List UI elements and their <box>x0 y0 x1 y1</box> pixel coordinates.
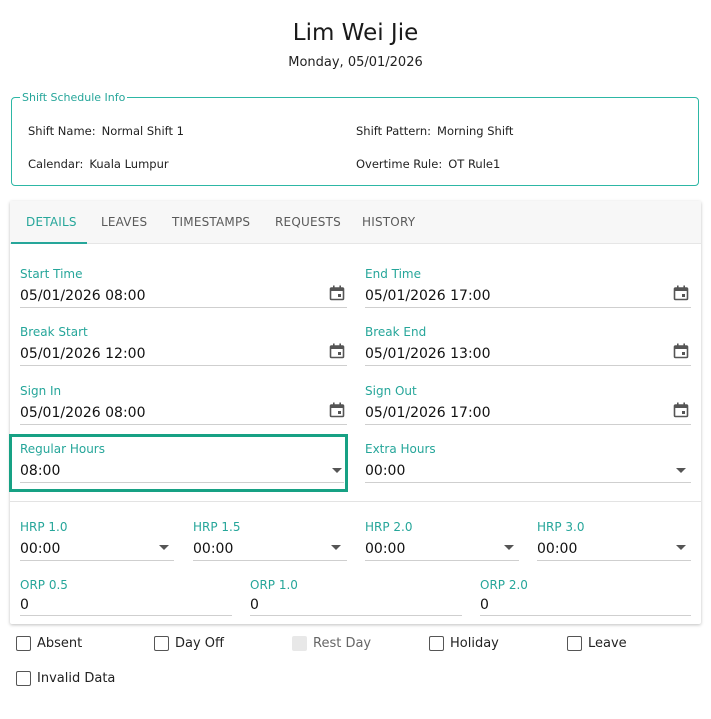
sign-out-label: Sign Out <box>365 384 417 398</box>
hrp-1-0-select[interactable]: 00:00 <box>20 541 60 557</box>
day-off-label: Day Off <box>175 636 224 651</box>
hrp-1-0-label: HRP 1.0 <box>20 520 68 534</box>
invalid-data-checkbox[interactable] <box>16 671 31 686</box>
sign-in-field[interactable]: 05/01/2026 08:00 <box>20 405 146 421</box>
calendar-icon[interactable] <box>329 285 345 301</box>
hrp-1-5-underline <box>193 560 347 561</box>
shift-pattern-row: Shift Pattern: Morning Shift <box>356 124 513 138</box>
start-time-field[interactable]: 05/01/2026 08:00 <box>20 288 146 304</box>
sign-in-label: Sign In <box>20 384 62 398</box>
calendar-icon[interactable] <box>329 343 345 359</box>
calendar-label: Calendar: <box>28 157 84 171</box>
tab-history[interactable]: HISTORY <box>362 215 415 229</box>
hrp-1-5-select[interactable]: 00:00 <box>193 541 233 557</box>
break-end-label: Break End <box>365 325 427 339</box>
day-off-checkbox[interactable] <box>154 636 169 651</box>
hrp-3-0-label: HRP 3.0 <box>537 520 585 534</box>
break-start-field[interactable]: 05/01/2026 12:00 <box>20 346 146 362</box>
end-time-label: End Time <box>365 267 421 281</box>
regular-hours-select[interactable]: 08:00 <box>20 463 60 479</box>
shift-schedule-info-box <box>11 97 699 186</box>
calendar-icon[interactable] <box>329 402 345 418</box>
tab-details[interactable]: DETAILS <box>26 215 77 229</box>
orp-1-0-label: ORP 1.0 <box>250 578 298 592</box>
orp-0-5-field[interactable]: 0 <box>20 597 29 613</box>
invalid-data-label: Invalid Data <box>37 671 116 686</box>
hrp-2-0-label: HRP 2.0 <box>365 520 413 534</box>
calendar-value: Kuala Lumpur <box>89 157 169 171</box>
hrp-2-0-select[interactable]: 00:00 <box>365 541 405 557</box>
hrp-1-5-label: HRP 1.5 <box>193 520 241 534</box>
sign-in-underline <box>20 424 347 425</box>
holiday-checkbox[interactable] <box>429 636 444 651</box>
active-tab-indicator <box>11 242 87 244</box>
break-start-underline <box>20 365 347 366</box>
regular-hours-label: Regular Hours <box>20 442 105 456</box>
extra-hours-select[interactable]: 00:00 <box>365 463 405 479</box>
tab-timestamps[interactable]: TIMESTAMPS <box>172 215 250 229</box>
holiday-label: Holiday <box>450 636 499 651</box>
caret-down-icon[interactable] <box>676 545 686 550</box>
sign-out-field[interactable]: 05/01/2026 17:00 <box>365 405 491 421</box>
absent-checkbox[interactable] <box>16 636 31 651</box>
hrp-2-0-underline <box>365 560 519 561</box>
orp-1-0-field[interactable]: 0 <box>250 597 259 613</box>
section-divider <box>10 501 701 502</box>
end-time-field[interactable]: 05/01/2026 17:00 <box>365 288 491 304</box>
leave-label: Leave <box>588 636 627 651</box>
schedule-date: Monday, 05/01/2026 <box>288 55 423 70</box>
caret-down-icon[interactable] <box>159 545 169 550</box>
break-start-label: Break Start <box>20 325 88 339</box>
break-end-underline <box>365 365 691 366</box>
sign-out-underline <box>365 424 691 425</box>
hrp-3-0-select[interactable]: 00:00 <box>537 541 577 557</box>
calendar-icon[interactable] <box>673 343 689 359</box>
overtime-rule-label: Overtime Rule: <box>356 157 443 171</box>
absent-label: Absent <box>37 636 83 651</box>
calendar-row: Calendar: Kuala Lumpur <box>28 157 169 171</box>
hrp-3-0-underline <box>537 560 691 561</box>
overtime-rule-row: Overtime Rule: OT Rule1 <box>356 157 500 171</box>
calendar-icon[interactable] <box>673 285 689 301</box>
shift-name-label: Shift Name: <box>28 124 96 138</box>
extra-hours-underline <box>365 482 691 483</box>
rest-day-checkbox[interactable] <box>292 636 307 651</box>
caret-down-icon[interactable] <box>332 468 342 473</box>
start-time-underline <box>20 307 347 308</box>
tab-leaves[interactable]: LEAVES <box>101 215 147 229</box>
end-time-underline <box>365 307 691 308</box>
caret-down-icon[interactable] <box>504 545 514 550</box>
caret-down-icon[interactable] <box>676 468 686 473</box>
orp-1-0-underline <box>250 615 462 616</box>
extra-hours-label: Extra Hours <box>365 442 436 456</box>
rest-day-label: Rest Day <box>313 636 372 651</box>
shift-pattern-label: Shift Pattern: <box>356 124 432 138</box>
orp-0-5-label: ORP 0.5 <box>20 578 68 592</box>
leave-checkbox[interactable] <box>567 636 582 651</box>
shift-schedule-info-legend: Shift Schedule Info <box>20 91 128 104</box>
overtime-rule-value: OT Rule1 <box>448 157 501 171</box>
orp-2-0-underline <box>480 615 691 616</box>
shift-name-value: Normal Shift 1 <box>101 124 184 138</box>
shift-name-row: Shift Name: Normal Shift 1 <box>28 124 184 138</box>
employee-name: Lim Wei Jie <box>292 20 419 46</box>
orp-0-5-underline <box>20 615 232 616</box>
caret-down-icon[interactable] <box>331 545 341 550</box>
break-end-field[interactable]: 05/01/2026 13:00 <box>365 346 491 362</box>
shift-pattern-value: Morning Shift <box>437 124 514 138</box>
start-time-label: Start Time <box>20 267 83 281</box>
hrp-1-0-underline <box>20 560 174 561</box>
calendar-icon[interactable] <box>673 402 689 418</box>
regular-hours-underline <box>20 482 344 483</box>
orp-2-0-field[interactable]: 0 <box>480 597 489 613</box>
orp-2-0-label: ORP 2.0 <box>480 578 528 592</box>
tab-requests[interactable]: REQUESTS <box>275 215 341 229</box>
